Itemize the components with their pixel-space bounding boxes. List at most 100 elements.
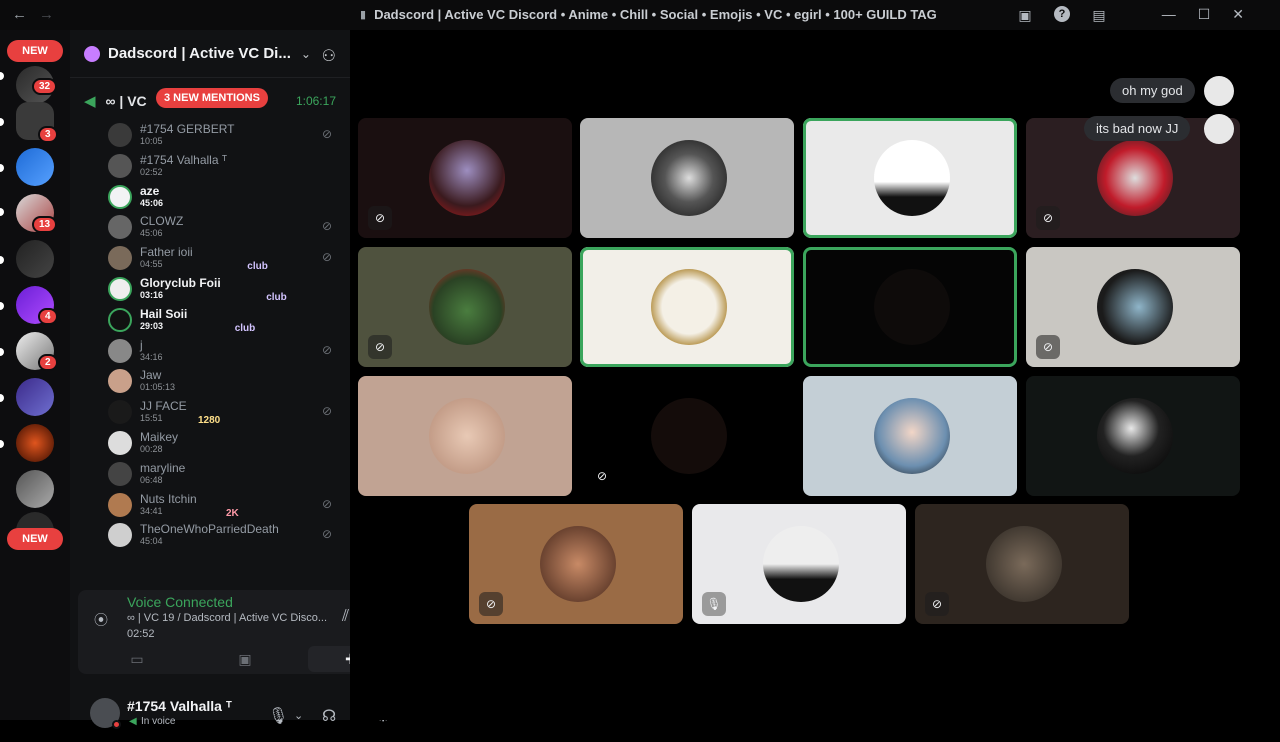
voice-member[interactable]: maryline 06:48: [108, 459, 344, 489]
participant-tile[interactable]: [803, 376, 1017, 496]
maximize-icon[interactable]: ☐: [1198, 6, 1211, 23]
voice-status-icon: ◀: [129, 716, 137, 727]
chat-bubble: its bad now JJ: [1084, 116, 1191, 141]
voice-member[interactable]: Hail Soii 29:03 club: [108, 305, 344, 335]
headphones-icon[interactable]: ☊: [322, 706, 336, 726]
microphone-icon[interactable]: 🎙︎: [268, 706, 288, 726]
signal-icon[interactable]: ⦿: [94, 610, 108, 630]
member-name: aze: [140, 183, 160, 198]
participant-tile[interactable]: ⊘: [358, 247, 572, 367]
user-status: In voice: [141, 716, 176, 727]
voice-member[interactable]: Nuts Itchin 34:41 2K ⊘: [108, 490, 344, 520]
noise-suppression-icon[interactable]: ⫽: [342, 608, 349, 626]
member-time: 02:52: [140, 166, 163, 177]
new-unreads-pill-top[interactable]: NEW: [7, 40, 63, 62]
avatar: [108, 492, 132, 517]
server-icon-10[interactable]: [16, 470, 54, 508]
participant-tile[interactable]: ⊘: [580, 376, 794, 496]
participant-tile[interactable]: 🎙︎: [692, 504, 906, 624]
unread-dot: [0, 440, 4, 448]
participant-tile[interactable]: ⊘: [358, 118, 572, 238]
voice-member[interactable]: aze 45:06: [108, 182, 344, 212]
member-name: Hail Soii: [140, 306, 188, 321]
member-name: Jaw: [140, 368, 162, 383]
voice-member[interactable]: CLOWZ 45:06 ⊘: [108, 212, 344, 242]
voice-member[interactable]: #1754 Valhalla ᵀ 02:52: [108, 151, 344, 181]
new-unreads-pill-bottom[interactable]: NEW: [7, 528, 63, 550]
arrow-left-icon[interactable]: ←: [12, 6, 27, 23]
muted-icon: ⊘: [321, 127, 332, 141]
add-member-icon[interactable]: ⚇: [322, 46, 336, 66]
camera-off-icon: ▭: [130, 650, 144, 667]
voice-member[interactable]: #1754 GERBERT 10:05 ⊘: [108, 120, 344, 150]
chat-avatar[interactable]: [1204, 114, 1234, 144]
participant-tile[interactable]: ⊘: [469, 504, 683, 624]
chevron-down-icon[interactable]: ⌄: [294, 709, 303, 722]
participant-tile[interactable]: [580, 118, 794, 238]
member-time: 34:16: [140, 351, 163, 362]
server-muted-icon: 🎙︎: [702, 592, 726, 616]
unread-dot: [0, 348, 4, 356]
guild-header[interactable]: Dadscord | Active VC Di... ⌄ ⚇: [70, 30, 350, 78]
avatar: [108, 523, 132, 548]
avatar: [429, 269, 505, 345]
chat-bubble: oh my god: [1110, 78, 1195, 103]
participant-tile[interactable]: [580, 247, 794, 367]
member-name: #1754 GERBERT: [140, 122, 235, 136]
camera-button[interactable]: ▭: [94, 646, 180, 672]
arrow-right-icon[interactable]: →: [39, 6, 54, 23]
document-icon[interactable]: ▤: [1090, 6, 1108, 24]
avatar: [651, 140, 727, 216]
voice-member[interactable]: Jaw 01:05:13: [108, 366, 344, 396]
server-badge-2: 3: [38, 126, 58, 143]
participant-tile[interactable]: [803, 118, 1017, 238]
window-title-text: Dadscord | Active VC Discord • Anime • C…: [374, 7, 937, 22]
member-time: 10:05: [140, 136, 163, 146]
minimize-icon[interactable]: —: [1162, 6, 1176, 23]
participant-tile[interactable]: [358, 376, 572, 496]
inbox-icon[interactable]: ▣: [1016, 6, 1034, 24]
avatar: [108, 431, 132, 455]
screen-share-button[interactable]: ▣: [202, 646, 288, 672]
unread-dot: [0, 394, 4, 402]
close-icon[interactable]: ✕: [1232, 6, 1244, 23]
user-name[interactable]: #1754 Valhalla ᵀ: [127, 698, 232, 714]
speaker-icon: ◀: [84, 93, 96, 110]
voice-member[interactable]: j 34:16 ⊘: [108, 336, 344, 366]
avatar: [108, 338, 132, 363]
server-icon-5[interactable]: [16, 240, 54, 278]
unread-dot: [0, 208, 4, 216]
voice-channel-path[interactable]: ∞ | VC 19 / Dadscord | Active VC Disco..…: [127, 612, 327, 624]
channel-sidebar: Dadscord | Active VC Di... ⌄ ⚇ ◀ ∞ | VC …: [70, 30, 412, 729]
server-icon-9[interactable]: [16, 424, 54, 462]
muted-icon: ⊘: [1036, 335, 1060, 359]
participant-tile[interactable]: ⊘: [1026, 247, 1240, 367]
avatar: [108, 215, 132, 240]
voice-member[interactable]: Gloryclub Foii 03:16 club: [108, 274, 344, 304]
guild-tag: 1280: [198, 415, 221, 427]
voice-member[interactable]: Father ioii 04:55 club ⊘: [108, 243, 344, 273]
participant-tile[interactable]: [1026, 376, 1240, 496]
help-icon[interactable]: ?: [1054, 6, 1070, 22]
avatar: [108, 307, 132, 332]
muted-icon: ⊘: [925, 592, 949, 616]
guild-name: Dadscord | Active VC Di...: [108, 45, 291, 62]
avatar: [108, 123, 132, 147]
voice-member[interactable]: Maikey 00:28: [108, 428, 344, 458]
muted-icon: ⊘: [321, 404, 332, 419]
voice-member[interactable]: JJ FACE 15:51 1280 ⊘: [108, 397, 344, 427]
server-badge-4: 4: [38, 308, 58, 325]
muted-icon: ⊘: [321, 496, 332, 511]
chat-avatar[interactable]: [1204, 76, 1234, 106]
avatar: [651, 398, 727, 474]
server-icon-8[interactable]: [16, 378, 54, 416]
title-bar-tools: ▣ ? ▤: [1016, 6, 1108, 24]
server-icon-3[interactable]: [16, 148, 54, 186]
voice-member[interactable]: TheOneWhoParriedDeath 45:04 ⊘: [108, 520, 344, 550]
new-mentions-badge[interactable]: 3 NEW MENTIONS: [156, 88, 268, 108]
participant-tile[interactable]: ⊘: [915, 504, 1129, 624]
avatar: [540, 526, 616, 602]
participant-tile[interactable]: [803, 247, 1017, 367]
avatar: [108, 369, 132, 394]
avatar: [986, 526, 1062, 602]
